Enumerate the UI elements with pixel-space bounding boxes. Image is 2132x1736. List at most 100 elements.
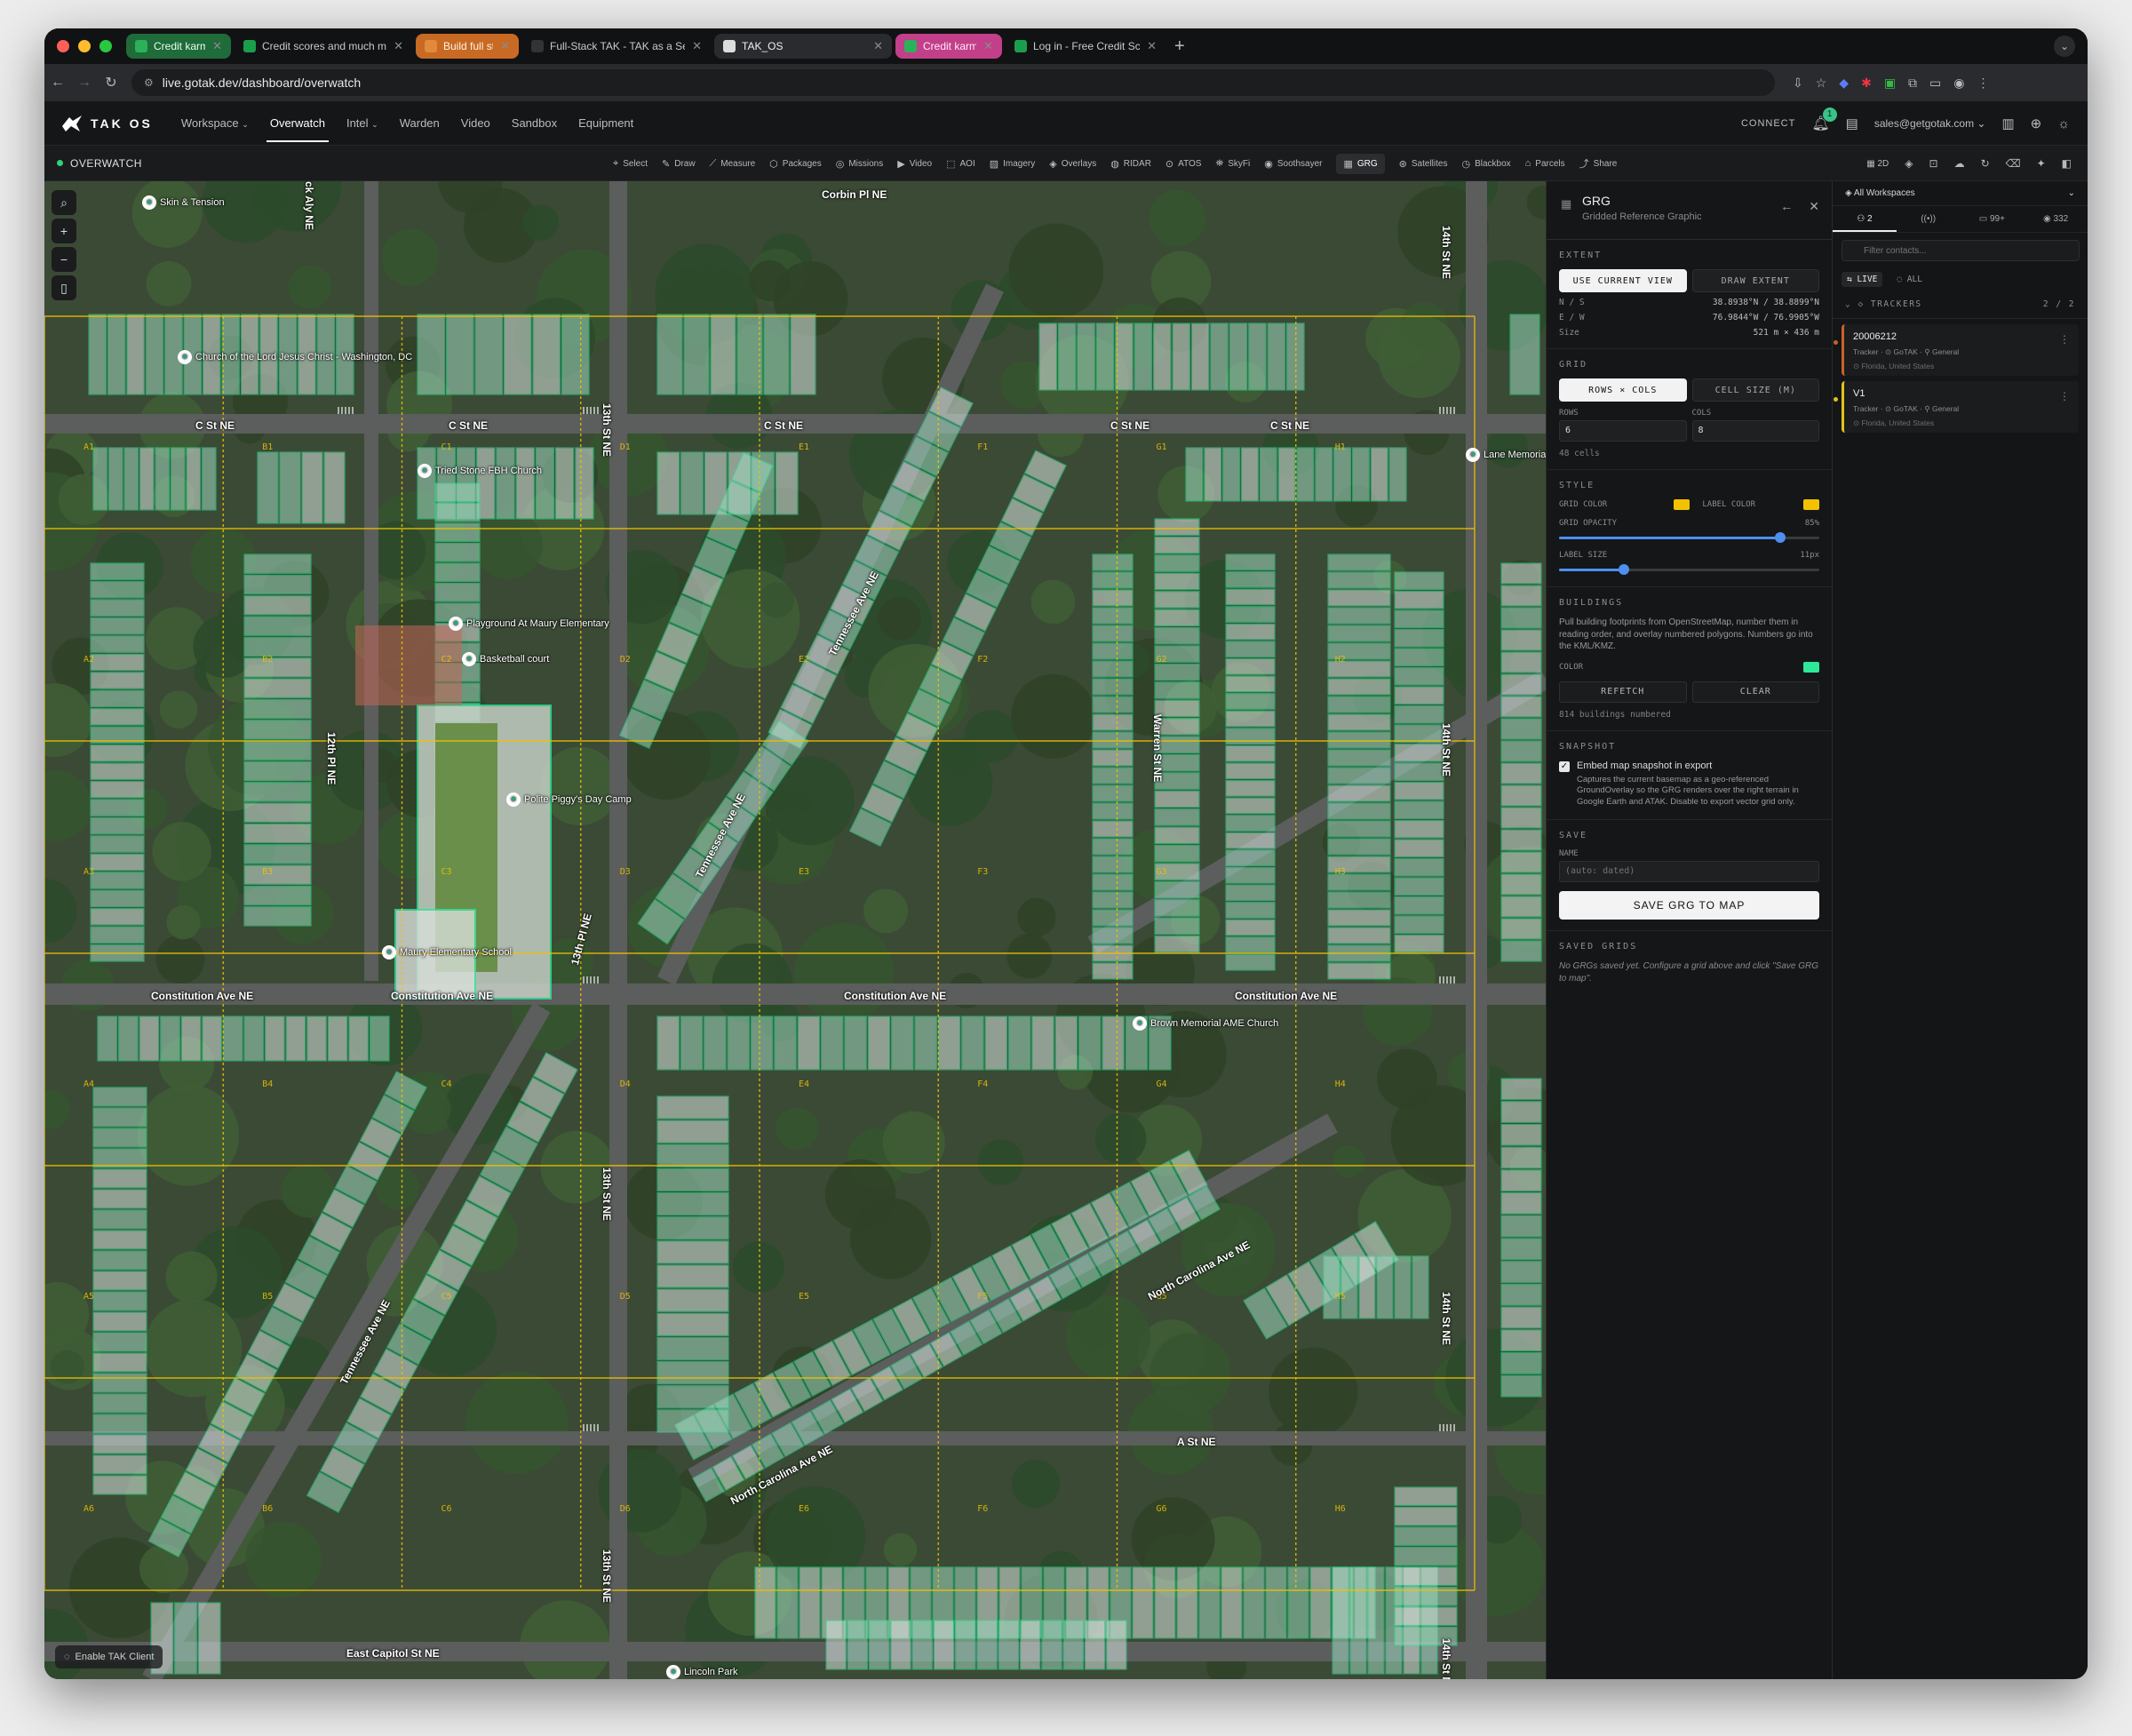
tool-missions[interactable]: ◎ Missions [836, 158, 884, 170]
panel-icon[interactable]: ◧ [2062, 157, 2072, 170]
close-window-button[interactable] [57, 40, 69, 52]
refresh-icon[interactable]: ↻ [1981, 157, 1990, 170]
workspace-selector[interactable]: ◈ All Workspaces ⌄ [1833, 181, 2088, 206]
close-icon[interactable]: ✕ [1809, 199, 1819, 214]
close-tab-icon[interactable]: ✕ [212, 39, 222, 53]
book-icon[interactable]: ▥ [2001, 115, 2014, 131]
all-tab[interactable]: ◌ ALL [1891, 272, 1928, 287]
back-icon[interactable]: ← [1780, 199, 1793, 214]
save-grg-button[interactable]: SAVE GRG TO MAP [1559, 890, 1819, 920]
building-color-swatch[interactable] [1803, 661, 1819, 673]
tool-video[interactable]: ▶ Video [897, 158, 932, 170]
opacity-slider-handle[interactable] [1775, 532, 1786, 543]
refetch-button[interactable]: REFETCH [1559, 681, 1687, 703]
tool-grg[interactable]: ▦ GRG [1336, 153, 1385, 174]
tool-soothsayer[interactable]: ◉ Soothsayer [1264, 158, 1322, 170]
stat-tab[interactable]: ▭ 99+ [1961, 206, 2025, 232]
tracker-card[interactable]: 20006212 Tracker · ⊙ GoTAK · ⚲ General ⊙… [1834, 324, 2079, 376]
clear-button[interactable]: CLEAR [1691, 681, 1819, 703]
close-tab-icon[interactable]: ✕ [873, 39, 883, 53]
browser-tab[interactable]: Credit karma daily ✕ [895, 34, 1002, 59]
tool-blackbox[interactable]: ◷ Blackbox [1461, 158, 1510, 170]
tool-skyfi[interactable]: ⛯ SkyFi [1215, 158, 1250, 170]
view-mode-toggle[interactable]: ▦ 2D [1866, 159, 1889, 169]
browser-tab[interactable]: TAK_OS ✕ [714, 34, 892, 59]
tool-select[interactable]: ⌖ Select [613, 158, 648, 170]
trackers-header[interactable]: ⌄ ◇ TRACKERS 2 / 2 [1833, 291, 2088, 319]
tool-atos[interactable]: ⊙ ATOS [1165, 158, 1202, 170]
tool-satellites[interactable]: ⊛ Satellites [1399, 158, 1448, 170]
grg-name-input[interactable] [1559, 860, 1819, 882]
browser-tab[interactable]: Full-Stack TAK - TAK as a Se ✕ [522, 34, 711, 59]
nav-intel[interactable]: Intel ⌄ [346, 116, 378, 130]
poi-marker[interactable]: ● Maury Elementary School [382, 945, 512, 960]
tool-measure[interactable]: ⟋ Measure [710, 158, 756, 170]
rows-cols-button[interactable]: ROWS × COLS [1559, 378, 1687, 402]
sidebar-icon[interactable]: ▭ [1929, 76, 1941, 91]
opacity-slider[interactable] [1559, 531, 1819, 544]
nav-workspace[interactable]: Workspace ⌄ [181, 116, 249, 130]
map-canvas[interactable]: A1 A2 A3 A4 A5 A6 B1 B2 B3 B4 B5 B6 C1 C2 C3 C4 C5 C6 D1 D2… [44, 181, 1546, 1679]
tool-aoi[interactable]: ⬚ AOI [946, 158, 975, 170]
snapshot-checkbox[interactable]: ✓ Embed map snapshot in export Captures … [1559, 760, 1819, 808]
globe-icon[interactable]: ⊕ [2031, 115, 2042, 131]
poi-marker[interactable]: ● Tried Stone FBH Church [418, 464, 542, 478]
reload-icon[interactable]: ↻ [98, 74, 124, 92]
brand[interactable]: TAK OS [60, 114, 153, 133]
tool-imagery[interactable]: ▨ Imagery [990, 158, 1036, 170]
zoom-out-button[interactable]: − [52, 247, 76, 272]
site-info-icon[interactable]: ⚙ [144, 76, 154, 89]
install-icon[interactable]: ⇩ [1793, 76, 1803, 91]
zoom-window-button[interactable] [99, 40, 112, 52]
poi-marker[interactable]: ● Brown Memorial AME Church [1133, 1016, 1278, 1031]
bookmark-icon[interactable]: ▯ [52, 275, 76, 300]
live-tab[interactable]: ⇆ LIVE [1842, 272, 1883, 287]
poi-marker[interactable]: ● Basketball court [462, 652, 549, 666]
tracker-card[interactable]: V1 Tracker · ⊙ GoTAK · ⚲ General ⊙ Flori… [1834, 381, 2079, 433]
more-vertical-icon[interactable]: ⋮ [2059, 333, 2070, 346]
cols-input[interactable]: 8 [1691, 420, 1819, 442]
forward-arrow-icon[interactable]: → [71, 75, 98, 91]
minimize-window-button[interactable] [78, 40, 91, 52]
browser-tab[interactable]: Build full stack TAK ✕ [416, 34, 519, 59]
back-arrow-icon[interactable]: ← [44, 75, 71, 91]
more-vertical-icon[interactable]: ⋮ [2059, 390, 2070, 402]
poi-marker[interactable]: ● Playground At Maury Elementary [449, 617, 609, 631]
nav-sandbox[interactable]: Sandbox [512, 116, 557, 130]
cloud-icon[interactable]: ☁ [1954, 157, 1965, 170]
poi-marker[interactable]: ● Polite Piggy's Day Camp [506, 792, 632, 807]
extension-green-icon[interactable]: ▣ [1884, 76, 1896, 91]
poi-marker[interactable]: ● Lincoln Park [666, 1665, 738, 1679]
layers-icon[interactable]: ◈ [1905, 157, 1913, 170]
tool-share[interactable]: ⤴ Share [1579, 156, 1618, 171]
close-tab-icon[interactable]: ✕ [500, 39, 510, 53]
label-color-swatch[interactable] [1803, 499, 1819, 510]
new-tab-button[interactable]: + [1174, 36, 1185, 57]
close-tab-icon[interactable]: ✕ [1147, 39, 1157, 53]
tool-draw[interactable]: ✎ Draw [662, 158, 696, 170]
checkmark-icon[interactable]: ✓ [1559, 760, 1570, 772]
use-current-view-button[interactable]: USE CURRENT VIEW [1559, 269, 1687, 292]
map-view[interactable]: A1 A2 A3 A4 A5 A6 B1 B2 B3 B4 B5 B6 C1 C2 C3 C4 C5 C6 D1 D2… [44, 181, 1546, 1679]
profile-icon[interactable]: ◉ [1953, 76, 1964, 91]
close-tab-icon[interactable]: ✕ [394, 39, 403, 53]
url-field[interactable]: ⚙ live.gotak.dev/dashboard/overwatch [131, 69, 1775, 96]
nav-video[interactable]: Video [461, 116, 490, 130]
trash-icon[interactable]: ⌫ [2006, 157, 2021, 170]
cell-size-button[interactable]: CELL SIZE (M) [1691, 378, 1819, 402]
poi-marker[interactable]: ● Church of the Lord Jesus Christ - Washi… [178, 350, 412, 364]
account-menu[interactable]: sales@getgotak.com ⌄ [1874, 117, 1986, 130]
tool-parcels[interactable]: ⌂ Parcels [1525, 158, 1565, 169]
close-tab-icon[interactable]: ✕ [692, 39, 702, 53]
stat-tab[interactable]: ⚇ 2 [1833, 206, 1897, 232]
nav-overwatch[interactable]: Overwatch [266, 116, 330, 142]
extension-red-icon[interactable]: ✱ [1861, 76, 1872, 91]
close-tab-icon[interactable]: ✕ [983, 39, 993, 53]
search-icon[interactable]: ⌕ [52, 190, 76, 215]
bell-icon[interactable]: 🔔︎ 1 [1811, 108, 1837, 132]
shield-icon[interactable]: ◆ [1839, 76, 1849, 91]
stat-tab[interactable]: ◉ 332 [2024, 206, 2088, 232]
sun-icon[interactable]: ☼ [2057, 116, 2070, 131]
nav-warden[interactable]: Warden [400, 116, 440, 130]
browser-tab[interactable]: Credit karma daily ✕ [126, 34, 231, 59]
